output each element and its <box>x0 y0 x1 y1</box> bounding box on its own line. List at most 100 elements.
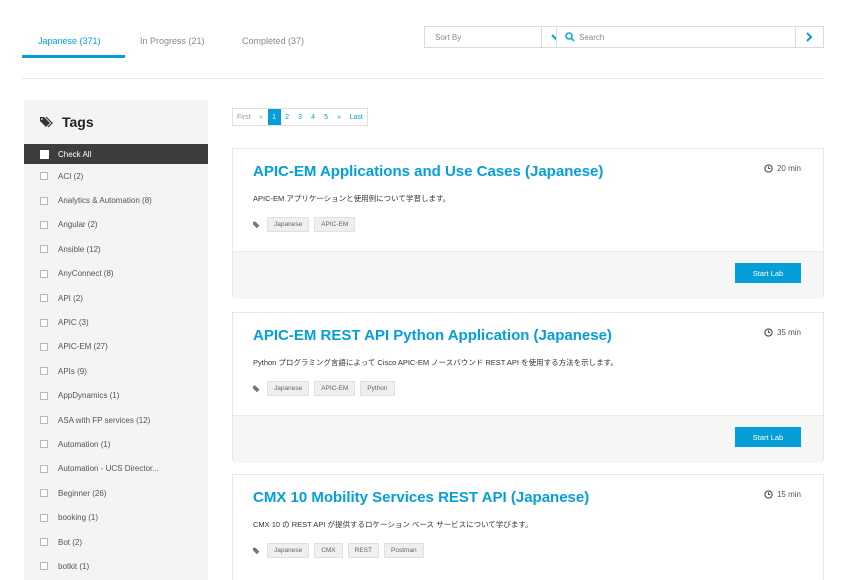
page-link-3[interactable]: 3 <box>294 109 307 125</box>
tag-filter-label: Bot (2) <box>58 537 83 547</box>
tag-filter-item[interactable]: AnyConnect (8) <box>24 262 208 286</box>
tag-checkbox[interactable] <box>40 562 48 571</box>
tag-checkbox[interactable] <box>40 318 48 327</box>
tag-filter-item[interactable]: APIC-EM (27) <box>24 335 208 359</box>
sidebar-title: Tags <box>62 114 94 130</box>
tag-checkbox[interactable] <box>40 196 48 205</box>
lab-tags: Japanese APIC-EM Python <box>253 381 395 396</box>
tag-filter-item[interactable]: Analytics & Automation (8) <box>24 188 208 212</box>
tag-checkbox[interactable] <box>40 416 48 425</box>
sidebar-header: Tags <box>24 100 208 144</box>
lab-tag[interactable]: Japanese <box>267 543 310 558</box>
lab-card-footer: Start Lab <box>233 415 823 463</box>
lab-duration-text: 20 min <box>776 164 801 173</box>
tag-icon <box>253 221 260 228</box>
tag-filter-item[interactable]: Beginner (26) <box>24 481 208 505</box>
page-link-1[interactable]: 1 <box>267 109 281 125</box>
tag-filter-item[interactable]: API (2) <box>24 286 208 310</box>
page-link-2[interactable]: 2 <box>281 109 294 125</box>
search-icon <box>565 32 575 42</box>
top-bar: Japanese (371) In Progress (21) Complete… <box>22 24 824 80</box>
tag-checkbox[interactable] <box>40 489 48 498</box>
tag-filter-item[interactable]: Automation (1) <box>24 432 208 456</box>
clock-icon <box>764 164 773 173</box>
tag-checkbox[interactable] <box>40 342 48 351</box>
tag-filter-item[interactable]: Bot (2) <box>24 530 208 554</box>
lab-title[interactable]: CMX 10 Mobility Services REST API (Japan… <box>253 489 589 506</box>
tag-filter-item[interactable]: APIs (9) <box>24 359 208 383</box>
divider <box>22 78 824 79</box>
tag-checkbox[interactable] <box>40 294 48 303</box>
tag-filter-label: API (2) <box>58 293 83 303</box>
sort-dropdown[interactable]: Sort By <box>424 26 570 48</box>
lab-duration-text: 35 min <box>776 328 801 337</box>
lab-tag[interactable]: Japanese <box>267 217 310 232</box>
page-link-5[interactable]: 5 <box>320 109 333 125</box>
tag-checkbox[interactable] <box>40 513 48 522</box>
lab-tag[interactable]: REST <box>347 543 379 558</box>
lab-tag[interactable]: APIC-EM <box>314 217 356 232</box>
lab-tags: Japanese CMX REST Postman <box>253 543 424 558</box>
tag-filter-label: Angular (2) <box>58 220 98 230</box>
tag-filter-item[interactable]: Angular (2) <box>24 213 208 237</box>
tag-checkbox[interactable] <box>40 220 48 229</box>
tag-filter-label: APIC (3) <box>58 318 89 328</box>
lab-tag[interactable]: Python <box>360 381 395 396</box>
lab-tag[interactable]: APIC-EM <box>314 381 356 396</box>
tag-checkbox[interactable] <box>40 538 48 547</box>
tag-filter-item[interactable]: booking (1) <box>24 505 208 529</box>
check-all-checkbox[interactable] <box>40 149 49 159</box>
tag-filter-item[interactable]: ASA with FP services (12) <box>24 408 208 432</box>
check-all-item[interactable]: Check All <box>24 144 208 164</box>
tab-in-progress[interactable]: In Progress (21) <box>140 36 205 46</box>
tag-checkbox[interactable] <box>40 440 48 449</box>
tag-filter-label: AppDynamics (1) <box>58 391 120 401</box>
tag-checkbox[interactable] <box>40 245 48 254</box>
clock-icon <box>764 328 773 337</box>
tag-checkbox[interactable] <box>40 269 48 278</box>
tag-icon <box>253 547 260 554</box>
tag-filter-label: booking (1) <box>58 513 99 523</box>
lab-tags: Japanese APIC-EM <box>253 217 356 232</box>
lab-tag[interactable]: Postman <box>384 543 424 558</box>
search-input[interactable] <box>579 29 789 45</box>
tag-filter-label: botkit (1) <box>58 561 90 571</box>
tag-checkbox[interactable] <box>40 367 48 376</box>
tags-icon <box>40 116 53 128</box>
search-submit-button[interactable] <box>795 27 823 47</box>
lab-card-footer: Start Lab <box>233 251 823 299</box>
tag-filter-item[interactable]: botkit (1) <box>24 554 208 578</box>
tab-japanese[interactable]: Japanese (371) <box>38 36 101 46</box>
tag-checkbox[interactable] <box>40 172 48 181</box>
page-first-link[interactable]: First <box>233 109 255 125</box>
lab-title[interactable]: APIC-EM REST API Python Application (Jap… <box>253 327 612 344</box>
lab-title[interactable]: APIC-EM Applications and Use Cases (Japa… <box>253 163 603 180</box>
tag-filter-item[interactable]: Ansible (12) <box>24 237 208 261</box>
tag-icon <box>253 385 260 392</box>
tag-filter-item[interactable]: ACI (2) <box>24 164 208 188</box>
lab-description: APIC-EM アプリケーションと使用例について学習します。 <box>253 194 451 203</box>
start-lab-button[interactable]: Start Lab <box>735 427 801 447</box>
lab-tag[interactable]: CMX <box>314 543 343 558</box>
start-lab-button[interactable]: Start Lab <box>735 263 801 283</box>
active-tab-indicator <box>22 55 125 58</box>
lab-card: CMX 10 Mobility Services REST API (Japan… <box>232 474 824 580</box>
page-link-4[interactable]: 4 <box>307 109 320 125</box>
lab-tag[interactable]: Japanese <box>267 381 310 396</box>
tag-filter-label: Ansible (12) <box>58 244 101 254</box>
lab-description: CMX 10 の REST API が提供するロケーション ベース サービスにつ… <box>253 520 533 529</box>
tag-checkbox[interactable] <box>40 391 48 400</box>
tab-completed[interactable]: Completed (37) <box>242 36 304 46</box>
tag-filter-label: Automation (1) <box>58 439 111 449</box>
search-box <box>556 26 824 48</box>
page-last-link[interactable]: Last <box>346 109 367 125</box>
tag-checkbox[interactable] <box>40 464 48 473</box>
tag-filter-item[interactable]: Automation - UCS Director... <box>24 457 208 481</box>
tag-filter-label: Beginner (26) <box>58 488 107 498</box>
tag-filter-item[interactable]: APIC (3) <box>24 310 208 334</box>
page-prev-link[interactable]: « <box>255 109 268 125</box>
tag-filter-label: AnyConnect (8) <box>58 269 114 279</box>
page-next-link[interactable]: » <box>333 109 346 125</box>
tag-filter-item[interactable]: AppDynamics (1) <box>24 384 208 408</box>
pagination: First « 1 2 3 4 5 » Last <box>232 108 368 126</box>
